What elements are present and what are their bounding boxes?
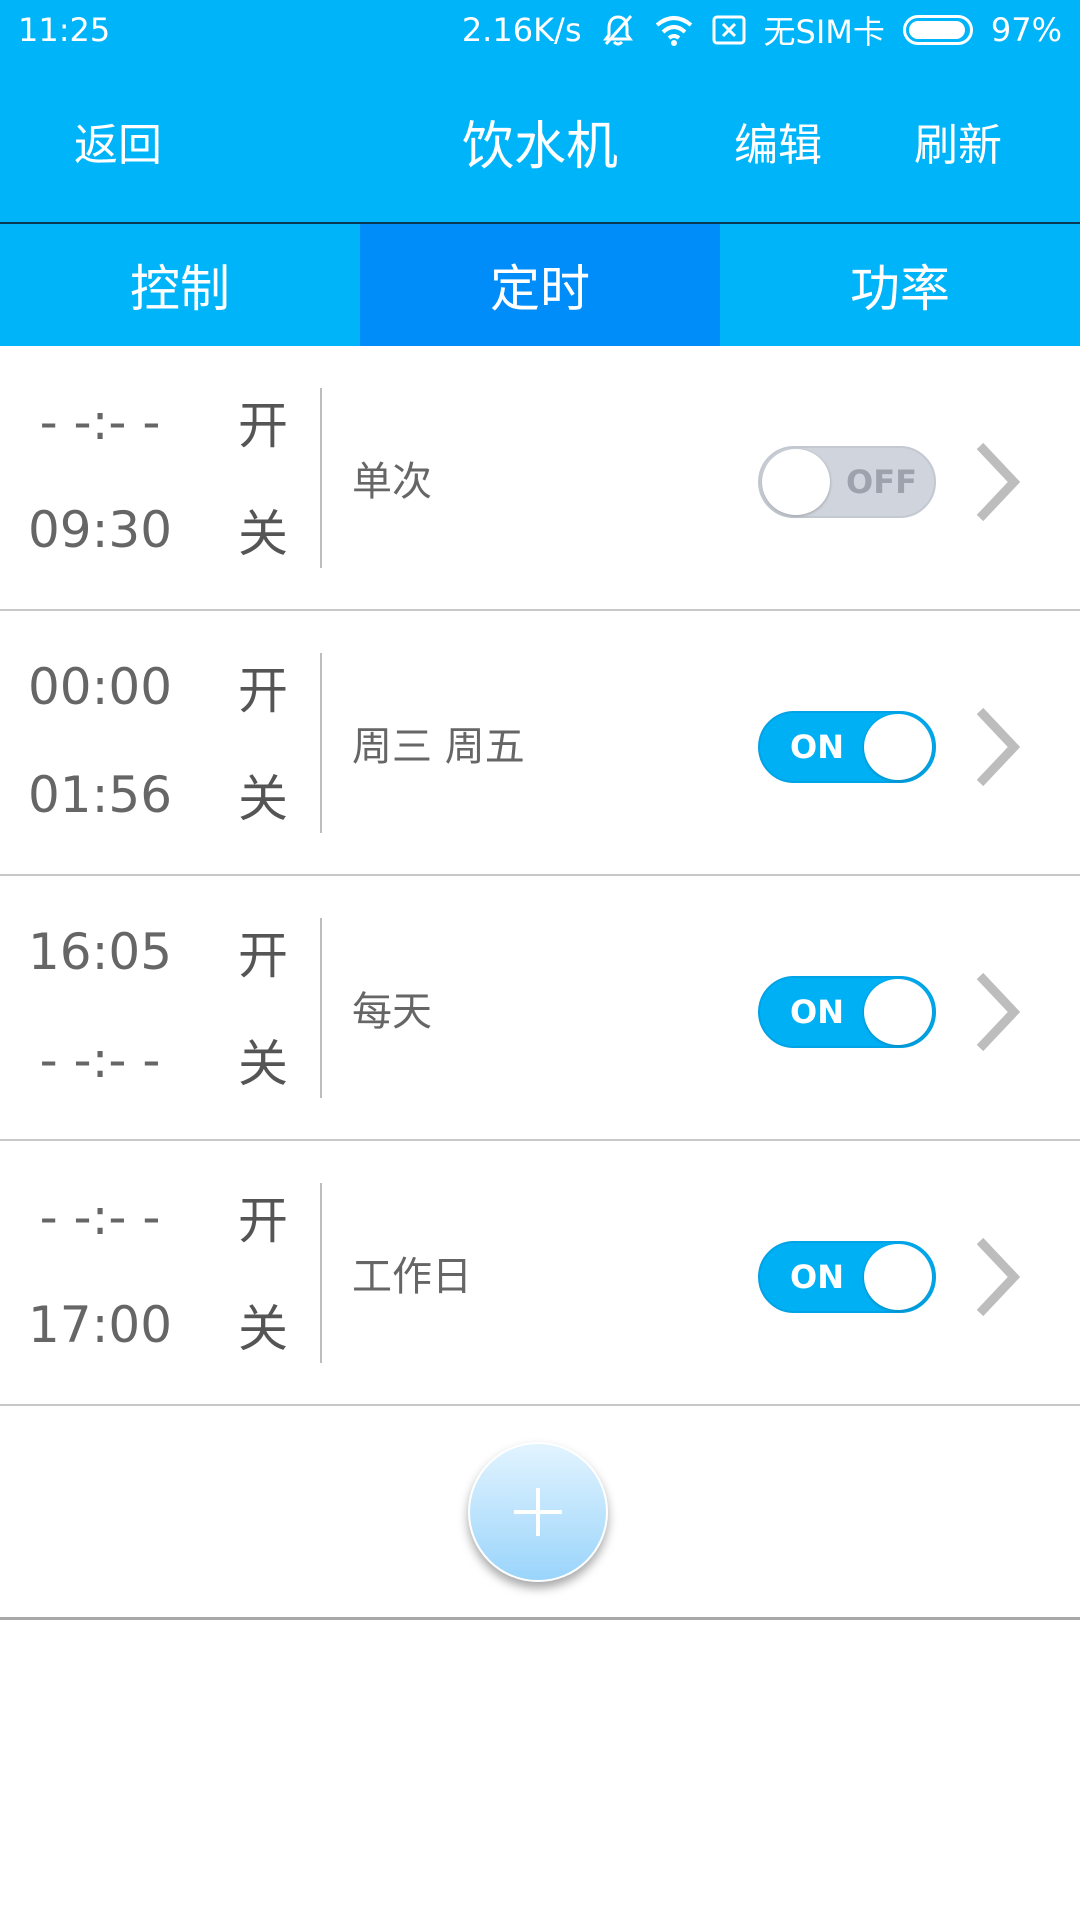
- tab-timer[interactable]: 定时: [360, 224, 720, 346]
- add-timer-button[interactable]: [468, 1442, 608, 1582]
- title-bar: 饮水机 返回 编辑 刷新: [0, 60, 1080, 224]
- on-label: 开: [238, 662, 288, 720]
- chevron-right-icon[interactable]: [972, 440, 1022, 524]
- on-time: 16:05: [27, 923, 173, 981]
- off-label: 关: [238, 1300, 288, 1358]
- off-label: 关: [238, 505, 288, 563]
- refresh-button[interactable]: 刷新: [914, 60, 1002, 222]
- chevron-right-icon[interactable]: [972, 970, 1022, 1054]
- row-divider: [320, 653, 322, 833]
- timer-row[interactable]: - -:- - 开 09:30 关 单次 OFF: [0, 346, 1080, 611]
- wifi-icon: [654, 10, 694, 50]
- battery-percent: 97%: [990, 11, 1062, 49]
- tab-bar: 控制 定时 功率: [0, 224, 1080, 346]
- status-bar: 11:25 2.16K/s 无SIM卡 97%: [0, 0, 1080, 60]
- on-label: 开: [238, 927, 288, 985]
- timer-times: 00:00 开 01:56 关: [0, 611, 320, 874]
- toggle-text: OFF: [846, 463, 917, 501]
- off-time: 17:00: [27, 1296, 173, 1354]
- on-time: - -:- -: [39, 1188, 161, 1246]
- chevron-right-icon[interactable]: [972, 705, 1022, 789]
- tab-power[interactable]: 功率: [720, 224, 1080, 346]
- on-time: 00:00: [27, 658, 173, 716]
- edit-button[interactable]: 编辑: [734, 60, 822, 222]
- toggle-text: ON: [790, 728, 844, 766]
- timer-toggle[interactable]: ON: [758, 976, 936, 1048]
- toggle-text: ON: [790, 993, 844, 1031]
- row-divider: [320, 918, 322, 1098]
- off-time: - -:- -: [39, 1031, 161, 1089]
- repeat-text: 每天: [352, 988, 432, 1035]
- on-time: - -:- -: [39, 393, 161, 451]
- add-timer-area: [0, 1406, 1080, 1620]
- row-divider: [320, 388, 322, 568]
- on-label: 开: [238, 1192, 288, 1250]
- off-time: 09:30: [27, 501, 173, 559]
- row-divider: [320, 1183, 322, 1363]
- on-label: 开: [238, 397, 288, 455]
- timer-list: - -:- - 开 09:30 关 单次 OFF 00:00 开 01:56 关: [0, 346, 1080, 1406]
- timer-row[interactable]: - -:- - 开 17:00 关 工作日 ON: [0, 1141, 1080, 1406]
- timer-times: 16:05 开 - -:- - 关: [0, 876, 320, 1139]
- status-indicators: 2.16K/s 无SIM卡 97%: [462, 7, 1062, 53]
- toggle-knob: [864, 1244, 932, 1310]
- toggle-text: ON: [790, 1258, 844, 1296]
- timer-row[interactable]: 16:05 开 - -:- - 关 每天 ON: [0, 876, 1080, 1141]
- off-time: 01:56: [27, 766, 173, 824]
- toggle-knob: [762, 449, 830, 515]
- timer-toggle[interactable]: OFF: [758, 446, 936, 518]
- timer-toggle[interactable]: ON: [758, 1241, 936, 1313]
- repeat-text: 周三 周五: [352, 723, 525, 770]
- timer-row[interactable]: 00:00 开 01:56 关 周三 周五 ON: [0, 611, 1080, 876]
- sim-card-icon: [712, 10, 746, 50]
- toggle-knob: [864, 714, 932, 780]
- chevron-right-icon[interactable]: [972, 1235, 1022, 1319]
- mute-icon: [600, 10, 636, 50]
- repeat-text: 工作日: [352, 1253, 472, 1300]
- plus-icon: [514, 1488, 562, 1536]
- net-speed: 2.16K/s: [461, 11, 582, 49]
- tab-control[interactable]: 控制: [0, 224, 360, 346]
- off-label: 关: [238, 770, 288, 828]
- timer-times: - -:- - 开 17:00 关: [0, 1141, 320, 1404]
- status-time: 11:25: [18, 11, 111, 49]
- toggle-knob: [864, 979, 932, 1045]
- battery-icon: [902, 15, 973, 45]
- sim-status: 无SIM卡: [763, 13, 885, 51]
- timer-toggle[interactable]: ON: [758, 711, 936, 783]
- repeat-text: 单次: [352, 458, 432, 505]
- back-button[interactable]: 返回: [74, 60, 162, 222]
- timer-times: - -:- - 开 09:30 关: [0, 346, 320, 609]
- off-label: 关: [238, 1035, 288, 1093]
